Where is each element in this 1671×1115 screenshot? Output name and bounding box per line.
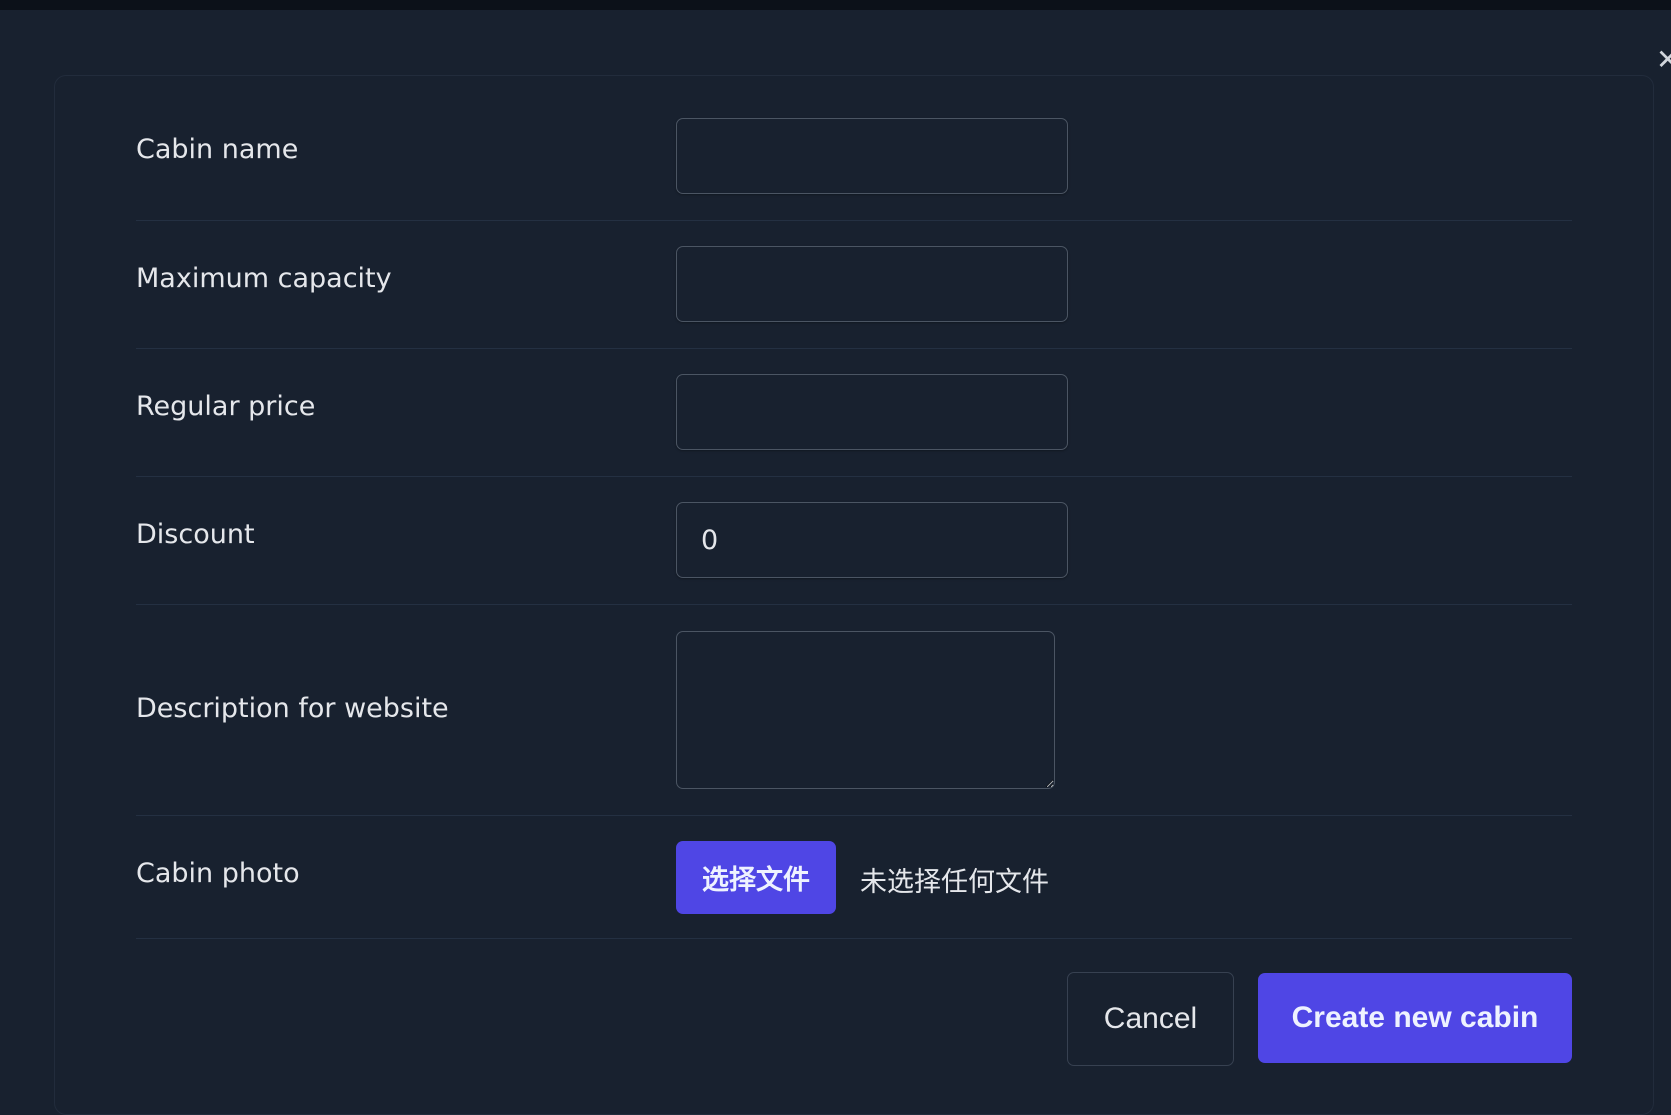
top-bar bbox=[0, 0, 1671, 10]
form-row-cabin-photo: Cabin photo 选择文件 未选择任何文件 bbox=[136, 816, 1572, 939]
close-icon[interactable]: ✕ bbox=[1656, 46, 1671, 74]
form-row-regular-price: Regular price bbox=[136, 349, 1572, 477]
cabin-photo-label: Cabin photo bbox=[136, 858, 300, 889]
description-label: Description for website bbox=[136, 693, 449, 724]
discount-input[interactable] bbox=[676, 502, 1068, 578]
form-row-description: Description for website bbox=[136, 605, 1572, 816]
form-row-cabin-name: Cabin name bbox=[136, 76, 1572, 221]
cabin-name-label: Cabin name bbox=[136, 134, 299, 165]
regular-price-label: Regular price bbox=[136, 391, 316, 422]
description-textarea[interactable] bbox=[676, 631, 1055, 789]
regular-price-input[interactable] bbox=[676, 374, 1068, 450]
cancel-button[interactable]: Cancel bbox=[1067, 972, 1234, 1066]
cabin-name-input[interactable] bbox=[676, 118, 1068, 194]
form-row-max-capacity: Maximum capacity bbox=[136, 221, 1572, 349]
create-cabin-button[interactable]: Create new cabin bbox=[1258, 973, 1572, 1063]
max-capacity-input[interactable] bbox=[676, 246, 1068, 322]
discount-label: Discount bbox=[136, 519, 255, 550]
create-cabin-modal: Cabin name Maximum capacity Regular pric… bbox=[54, 75, 1654, 1115]
choose-file-button[interactable]: 选择文件 bbox=[676, 841, 836, 914]
form-row-discount: Discount bbox=[136, 477, 1572, 605]
max-capacity-label: Maximum capacity bbox=[136, 263, 392, 294]
file-status-text: 未选择任何文件 bbox=[860, 867, 1049, 898]
